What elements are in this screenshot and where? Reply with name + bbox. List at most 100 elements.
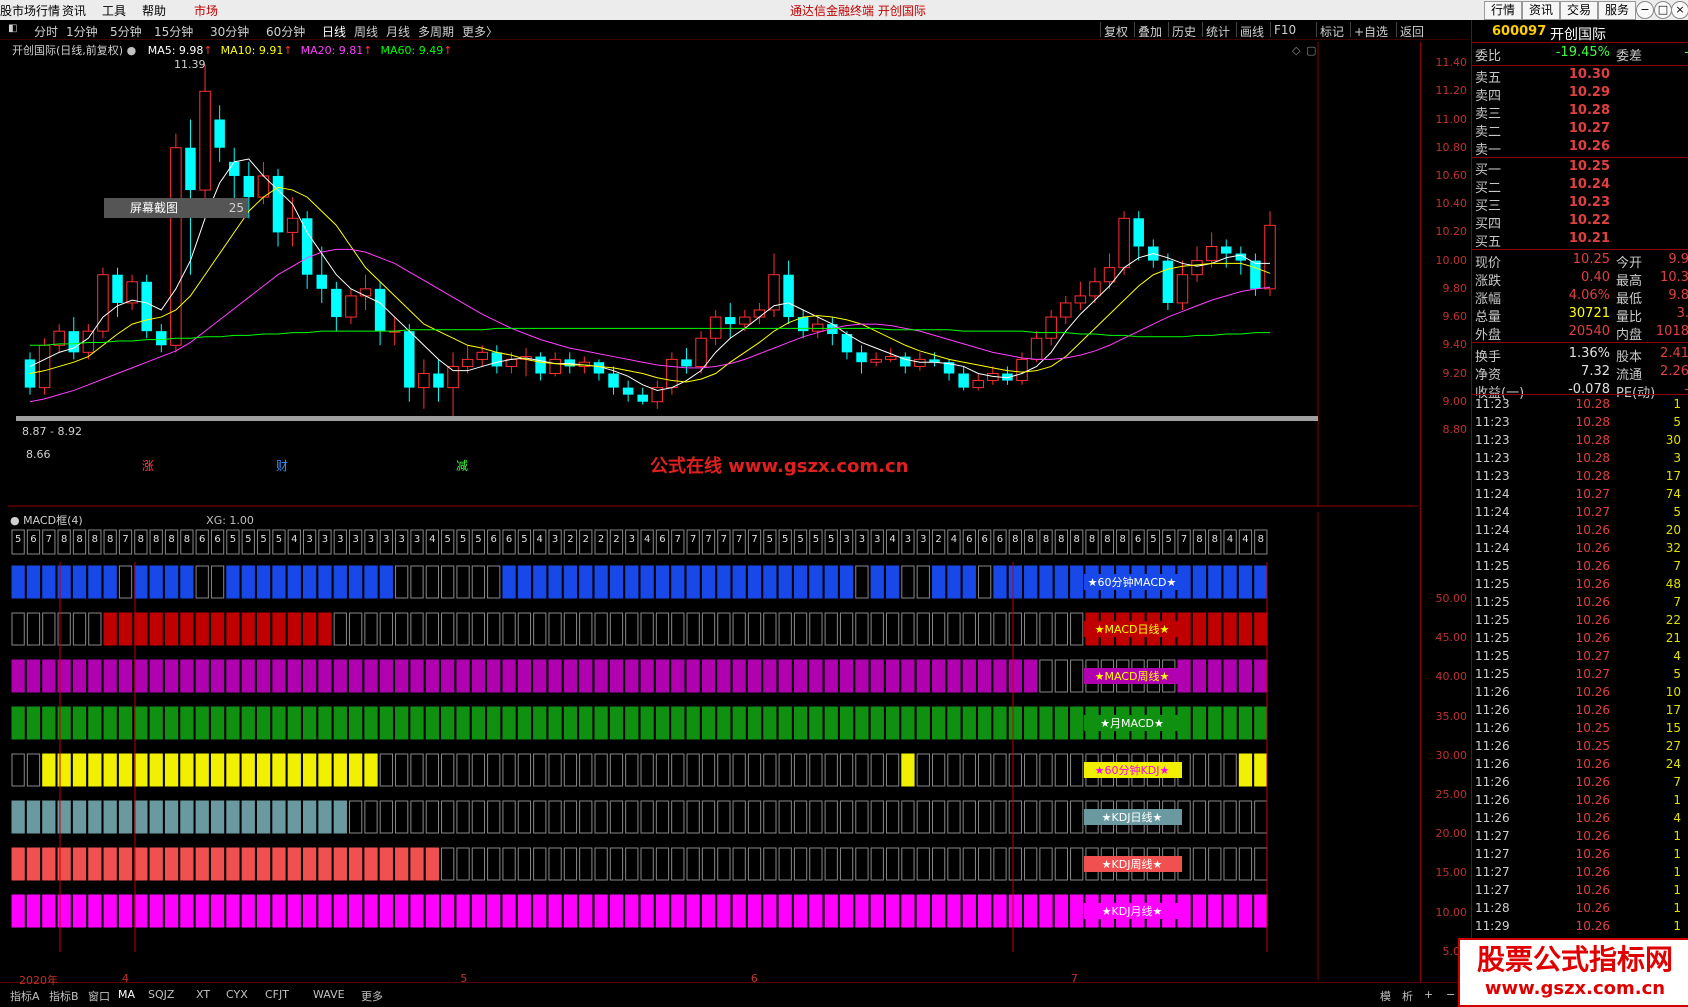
bottom-tab-5[interactable]: XT [196, 988, 210, 1001]
bottom-tab-9[interactable]: 更多 [361, 988, 383, 1004]
bid-row[interactable]: 买五 10.21 [1472, 231, 1688, 250]
indicator-settings-icon[interactable]: ● [10, 514, 20, 527]
close-icon[interactable]: × [1671, 1, 1688, 19]
digit-value: 4 [429, 534, 435, 545]
signal-cell [349, 659, 363, 693]
period-tab-4[interactable]: 30分钟 [210, 23, 249, 40]
tick-volume: 1 [1673, 865, 1681, 879]
signal-cell [195, 894, 209, 928]
candle[interactable] [141, 274, 152, 339]
toolbar-right-8[interactable]: 返回 [1400, 23, 1424, 40]
period-tab-9[interactable]: 多周期 [418, 23, 454, 40]
toolbar-right-7[interactable]: +自选 [1354, 23, 1388, 40]
ask-row[interactable]: 卖二 10.27 [1472, 121, 1688, 140]
period-tab-0[interactable]: 分时 [34, 23, 58, 40]
bottom-tab-2[interactable]: 窗口 [88, 988, 110, 1004]
toolbar-right-6[interactable]: 标记 [1320, 23, 1344, 40]
candle[interactable] [1162, 253, 1174, 310]
diamond-icon[interactable]: ◇ [1292, 44, 1300, 57]
bottom-right-2[interactable]: + [1424, 988, 1433, 1001]
digit-value: 3 [352, 534, 358, 545]
toolbar-right-5[interactable]: F10 [1274, 23, 1296, 37]
main-kline-chart[interactable]: 开创国际(日线,前复权) ● MA5: 9.98↑ MA10: 9.91↑ MA20… [8, 42, 1418, 507]
panel-toggle-icon[interactable]: ◧ [8, 23, 17, 34]
bottom-right-3[interactable]: − [1446, 988, 1455, 1001]
period-tab-3[interactable]: 15分钟 [154, 23, 193, 40]
menu-market[interactable]: 股市场行情 [0, 2, 60, 19]
window-icon[interactable]: ▢ [1306, 44, 1316, 57]
signal-cell [533, 753, 547, 787]
toolbar-right-2[interactable]: 历史 [1172, 23, 1196, 40]
bid-row[interactable]: 买二 10.24 [1472, 177, 1688, 196]
bottom-right-1[interactable]: 析 [1402, 988, 1413, 1004]
signal-cell [1223, 753, 1237, 787]
ask-row[interactable]: 卖三 10.28 [1472, 103, 1688, 122]
menu-shichang[interactable]: 市场 [194, 2, 218, 19]
signal-cell [993, 706, 1007, 740]
signal-cell [26, 753, 41, 787]
maximize-icon[interactable]: □ [1654, 1, 1672, 19]
macd-box-indicator[interactable]: ● MACD框(4) XG: 1.00 56788887888866555543… [8, 512, 1418, 980]
digit-value: 3 [322, 534, 328, 545]
period-tab-1[interactable]: 1分钟 [66, 23, 98, 40]
period-tab-2[interactable]: 5分钟 [110, 23, 142, 40]
signal-cell [272, 894, 286, 928]
candle[interactable] [97, 267, 109, 339]
tick-time: 11:26 [1475, 739, 1510, 753]
signal-cell [1238, 847, 1253, 881]
minimize-icon[interactable]: − [1636, 1, 1654, 19]
toolbar-right-4[interactable]: 画线 [1240, 23, 1264, 40]
bottom-tab-0[interactable]: 指标A [10, 988, 40, 1004]
bid-row[interactable]: 买四 10.22 [1472, 213, 1688, 232]
menu-news[interactable]: 资讯 [62, 2, 86, 19]
signal-cell [1238, 753, 1253, 787]
signal-cell [839, 612, 854, 646]
bottom-right-0[interactable]: 模 [1380, 988, 1391, 1004]
top-button-trade[interactable]: 交易 [1560, 1, 1599, 20]
price-tick: 11.20 [1435, 84, 1468, 98]
tick-price: 10.26 [1575, 883, 1610, 897]
ask-row[interactable]: 卖一 10.26 [1472, 139, 1688, 158]
period-tab-6[interactable]: 日线 [322, 23, 346, 40]
menu-help[interactable]: 帮助 [142, 2, 166, 19]
period-tab-8[interactable]: 月线 [386, 23, 410, 40]
signal-cell [732, 565, 746, 599]
signal-cell [180, 565, 194, 599]
signal-cell [1008, 565, 1022, 599]
settings-icon[interactable]: ● [127, 44, 137, 57]
top-button-news[interactable]: 资讯 [1522, 1, 1561, 20]
candle[interactable] [38, 338, 51, 395]
ma-legend-3: MA60: 9.49 [380, 44, 444, 57]
toolbar-right-1[interactable]: 叠加 [1138, 23, 1162, 40]
signal-cell [1254, 706, 1268, 740]
bottom-tab-6[interactable]: CYX [226, 988, 248, 1001]
brand-title: 股票公式指标网 [1476, 943, 1673, 976]
stat-row: 换手 1.36% 股本 2.41 [1472, 346, 1688, 365]
tick-time: 11:26 [1475, 703, 1510, 717]
bid-row[interactable]: 买三 10.23 [1472, 195, 1688, 214]
period-tab-5[interactable]: 60分钟 [266, 23, 305, 40]
candle[interactable] [170, 133, 182, 353]
toolbar-right-3[interactable]: 统计 [1206, 23, 1230, 40]
ask-row[interactable]: 卖五 10.30 [1472, 67, 1688, 86]
signal-cell [763, 753, 777, 787]
toolbar-right-0[interactable]: 复权 [1104, 23, 1128, 40]
signal-cell [978, 659, 992, 693]
bottom-tab-8[interactable]: WAVE [313, 988, 345, 1001]
kline-svg[interactable] [8, 42, 1418, 507]
bottom-tab-1[interactable]: 指标B [49, 988, 79, 1004]
bid-price: 10.21 [1568, 231, 1610, 246]
menu-tools[interactable]: 工具 [102, 2, 126, 19]
bid-row[interactable]: 买一 10.25 [1472, 159, 1688, 178]
bottom-tab-3[interactable]: MA [118, 988, 135, 1001]
bottom-tab-7[interactable]: CFJT [265, 988, 289, 1001]
ask-row[interactable]: 卖四 10.29 [1472, 85, 1688, 104]
signal-cell [778, 612, 792, 646]
top-button-quote[interactable]: 行情 [1484, 1, 1523, 20]
stat-row: 现价 10.25 今开 9.9 [1472, 252, 1688, 271]
period-tab-10[interactable]: 更多〉 [462, 23, 498, 40]
period-tab-7[interactable]: 周线 [354, 23, 378, 40]
bottom-tab-4[interactable]: SQJZ [148, 988, 174, 1001]
signal-cell [579, 753, 593, 787]
top-button-service[interactable]: 服务 [1598, 1, 1637, 20]
